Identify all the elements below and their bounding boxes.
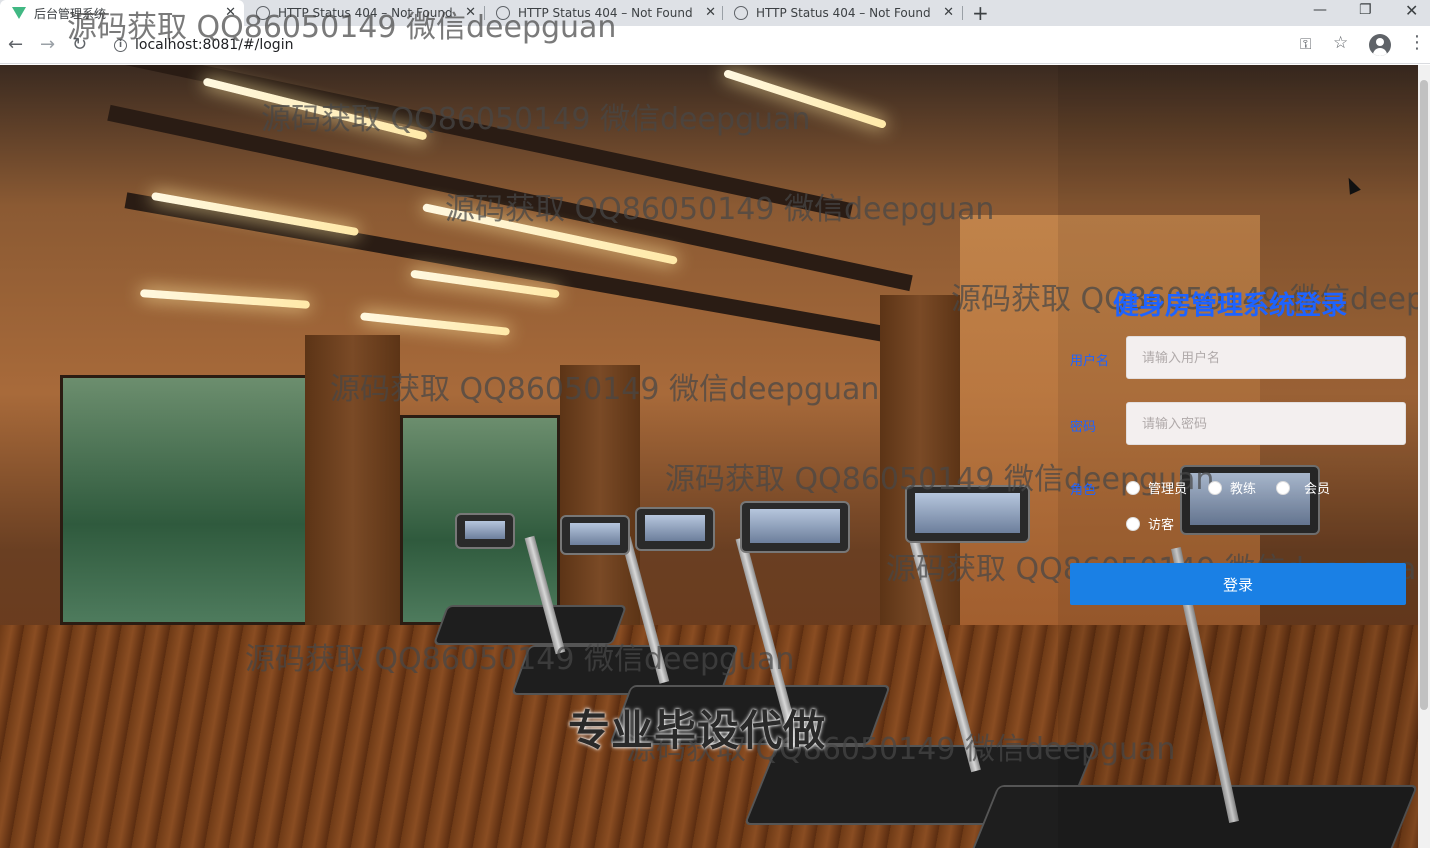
- gym-window: [60, 375, 310, 625]
- restore-button[interactable]: ❐: [1359, 2, 1372, 18]
- role-option-label: 访客: [1148, 518, 1175, 533]
- watermark-text: 源码获取 QQ86050149 微信deepguan: [245, 642, 795, 677]
- role-option-label: 教练: [1230, 482, 1257, 497]
- slogan-text: 专业毕设代做: [568, 706, 827, 755]
- tab-404-3[interactable]: HTTP Status 404 – Not Found ✕: [722, 0, 962, 26]
- treadmill-console: [455, 513, 515, 549]
- radio-circle[interactable]: [1276, 480, 1290, 495]
- role-radio-visitor[interactable]: 访客: [1126, 514, 1174, 533]
- close-icon[interactable]: ✕: [943, 5, 954, 20]
- watermark-text: 源码获取 QQ86050149 微信deepguan: [330, 372, 880, 407]
- new-tab-button[interactable]: +: [972, 1, 989, 25]
- browser-menu-icon[interactable]: ⋮: [1408, 32, 1426, 53]
- watermark-text: 源码获取 QQ86050149 微信deepguan: [67, 10, 617, 45]
- username-label: 用户名: [1070, 354, 1110, 369]
- close-icon[interactable]: ✕: [705, 5, 716, 20]
- password-input[interactable]: [1126, 402, 1406, 445]
- watermark-text: 源码获取 QQ86050149 微信deepguan: [261, 102, 811, 137]
- treadmill-console: [635, 507, 715, 551]
- role-label: 角色: [1070, 483, 1097, 498]
- key-icon[interactable]: ⚿: [1300, 35, 1311, 53]
- role-radio-member[interactable]: 会员: [1276, 478, 1330, 497]
- bookmark-star-icon[interactable]: ☆: [1333, 33, 1348, 53]
- tab-title: HTTP Status 404 – Not Found: [756, 6, 931, 20]
- radio-circle[interactable]: [1126, 516, 1140, 531]
- watermark-text: 源码获取 QQ86050149 微信deepguan: [445, 192, 995, 227]
- password-label: 密码: [1070, 420, 1097, 435]
- radio-circle[interactable]: [1208, 480, 1222, 495]
- globe-icon: [734, 6, 748, 20]
- forward-button[interactable]: →: [40, 34, 55, 55]
- back-button[interactable]: ←: [8, 34, 23, 55]
- role-option-label: 管理员: [1148, 482, 1188, 497]
- login-title: 健身房管理系统登录: [1113, 291, 1348, 321]
- profile-avatar-icon[interactable]: [1369, 34, 1391, 56]
- role-option-label: 会员: [1304, 482, 1331, 497]
- vue-icon: [12, 7, 26, 19]
- login-page: 源码获取 QQ86050149 微信deepguan 源码获取 QQ860501…: [0, 65, 1418, 848]
- window-close-button[interactable]: ✕: [1405, 1, 1418, 20]
- scrollbar-thumb[interactable]: [1420, 80, 1428, 710]
- radio-circle[interactable]: [1126, 480, 1140, 495]
- treadmill-console: [740, 501, 850, 553]
- tab-separator: [962, 6, 963, 20]
- role-radio-admin[interactable]: 管理员: [1126, 478, 1187, 497]
- minimize-button[interactable]: —: [1313, 2, 1327, 18]
- login-button[interactable]: 登录: [1070, 563, 1406, 605]
- treadmill-console: [560, 515, 630, 555]
- username-input[interactable]: [1126, 336, 1406, 379]
- role-radio-coach[interactable]: 教练: [1208, 478, 1256, 497]
